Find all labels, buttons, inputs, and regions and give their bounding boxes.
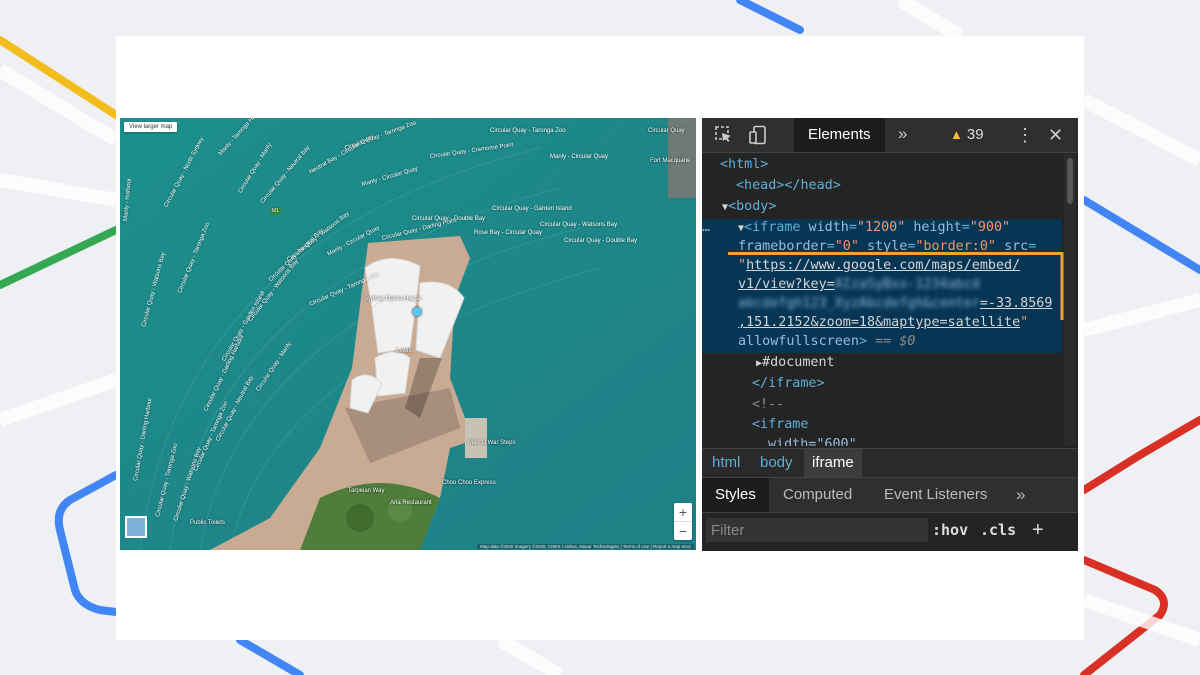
road-badge: M1 xyxy=(270,208,281,214)
dom-node-iframe[interactable]: ▼<iframe width="1200" height="900" xyxy=(738,218,1010,237)
dom-iframe-allowfullscreen: allowfullscreen> == $0 xyxy=(738,334,916,349)
poi-man-o-war[interactable]: Man O War Steps xyxy=(468,440,515,446)
node-actions-ellipsis[interactable]: … xyxy=(702,218,710,237)
map-label: Circular Quay - Double Bay xyxy=(564,238,638,244)
poi-tarpeian[interactable]: Tarpeian Way xyxy=(348,488,384,494)
dom-node-iframe2[interactable]: <iframe xyxy=(752,415,808,434)
dom-node-comment[interactable]: <!-- xyxy=(752,395,784,414)
poi-restaurant[interactable]: Aria Restaurant xyxy=(390,500,432,506)
dom-scrollbar-thumb[interactable] xyxy=(1067,158,1073,204)
breadcrumb: html body iframe xyxy=(702,448,1078,477)
breadcrumb-html[interactable]: html xyxy=(704,449,748,477)
map-label: Manly - Circular Quay xyxy=(550,154,609,160)
zoom-control: + − xyxy=(674,503,692,540)
map-label: Circular Quay - Watsons Bay xyxy=(540,222,618,228)
devtools-close-button[interactable]: ✕ xyxy=(1048,118,1063,152)
warnings-count: 39 xyxy=(966,126,984,143)
warnings-counter[interactable]: ▲ 39 xyxy=(950,118,984,152)
dom-iframe2-width: width="600" xyxy=(768,437,857,446)
styles-filter-input[interactable] xyxy=(706,518,928,542)
dom-scrollbar[interactable] xyxy=(1064,154,1076,446)
map-attribution[interactable]: Map data ©2020 Imagery ©2020, CNES / Air… xyxy=(477,544,694,549)
highlight-annotation-line xyxy=(728,252,1064,320)
devtools-menu-button[interactable]: ⋮ xyxy=(1016,118,1034,152)
devtools-panel: Elements » ▲ 39 ⋮ ✕ <html> <head></head> … xyxy=(702,118,1078,551)
view-larger-map-link[interactable]: View larger map xyxy=(124,122,178,132)
poi-public-toilets[interactable]: Public Toilets xyxy=(190,520,225,526)
poi-fort: Fort Macquarie xyxy=(650,158,691,164)
tab-event-listeners[interactable]: Event Listeners xyxy=(884,478,987,512)
satellite-map[interactable]: View larger map Circular Quay - Taronga … xyxy=(120,118,696,550)
warning-icon: ▲ xyxy=(950,127,963,142)
poi-opera-house[interactable]: Sydney Opera House xyxy=(364,296,421,302)
map-terrain xyxy=(120,118,696,550)
styles-filter-bar: :hov .cls + xyxy=(702,512,1078,551)
dom-node-iframe-close[interactable]: </iframe> xyxy=(752,374,825,393)
cls-toggle[interactable]: .cls xyxy=(980,513,1016,547)
device-toolbar-icon[interactable] xyxy=(748,125,768,145)
map-type-thumbnail[interactable] xyxy=(125,516,147,538)
map-label: Circular Quay - Garden Island xyxy=(492,206,572,212)
breadcrumb-iframe[interactable]: iframe xyxy=(804,449,862,477)
styles-subtabs: Styles Computed Event Listeners » xyxy=(702,477,1078,512)
zoom-out-button[interactable]: − xyxy=(674,522,692,540)
breadcrumb-body[interactable]: body xyxy=(752,449,801,477)
more-tabs-button[interactable]: » xyxy=(898,118,907,150)
dom-node-body[interactable]: ▼<body> xyxy=(722,197,776,216)
tab-elements[interactable]: Elements xyxy=(794,118,885,152)
new-style-rule-button[interactable]: + xyxy=(1032,513,1044,547)
poi-lewis: Lewis xyxy=(396,348,412,354)
map-label: Rose Bay - Circular Quay xyxy=(474,230,543,236)
poi-choo-choo[interactable]: Choo Choo Express xyxy=(442,480,496,486)
hov-toggle[interactable]: :hov xyxy=(932,513,968,547)
more-subtabs-button[interactable]: » xyxy=(1016,478,1025,512)
dom-node-document[interactable]: ▶#document xyxy=(756,353,835,372)
dom-node-html[interactable]: <html> xyxy=(720,155,768,174)
tab-computed[interactable]: Computed xyxy=(783,478,852,512)
poi-pin-icon[interactable]: ⬤ xyxy=(412,306,422,317)
dom-node-head[interactable]: <head></head> xyxy=(736,176,841,195)
tab-styles[interactable]: Styles xyxy=(702,478,769,512)
inspect-element-icon[interactable] xyxy=(714,125,734,145)
map-label: Circular Quay - Taronga Zoo xyxy=(490,128,566,134)
poi-circular-quay: Circular Quay xyxy=(648,128,685,134)
devtools-toolbar: Elements » ▲ 39 ⋮ ✕ xyxy=(702,118,1078,153)
zoom-in-button[interactable]: + xyxy=(674,503,692,521)
